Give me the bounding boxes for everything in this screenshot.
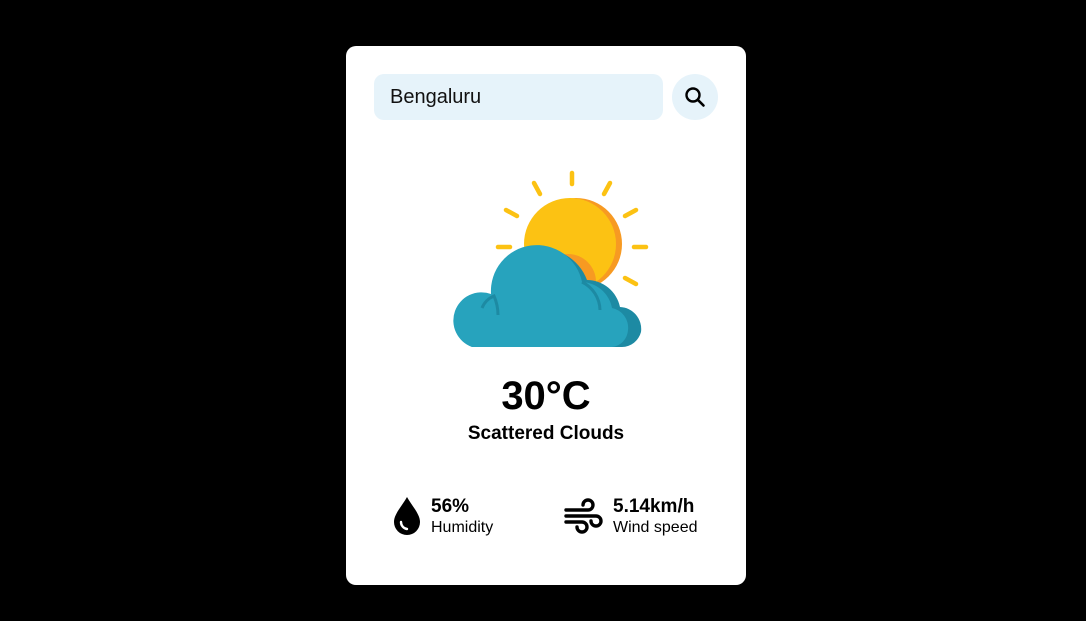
search-icon — [685, 87, 705, 107]
search-button[interactable] — [672, 74, 718, 120]
partly-cloudy-icon — [453, 170, 649, 347]
humidity-value: 56% — [431, 496, 470, 517]
temperature: 30°C — [501, 374, 591, 418]
wind-stat: 5.14km/h Wind speed — [564, 494, 724, 540]
wind-speed-label: Wind speed — [613, 519, 698, 536]
wind-icon — [564, 498, 603, 534]
water-drop-icon — [394, 497, 420, 535]
city-search-input[interactable] — [374, 74, 663, 120]
humidity-label: Humidity — [431, 519, 494, 536]
weather-description: Scattered Clouds — [467, 423, 625, 444]
weather-card: 30°C Scattered Clouds 56% Humidity 5.14k… — [346, 46, 746, 585]
humidity-stat: 56% Humidity — [392, 494, 532, 540]
search-bar — [374, 74, 718, 120]
wind-speed-value: 5.14km/h — [613, 496, 695, 517]
